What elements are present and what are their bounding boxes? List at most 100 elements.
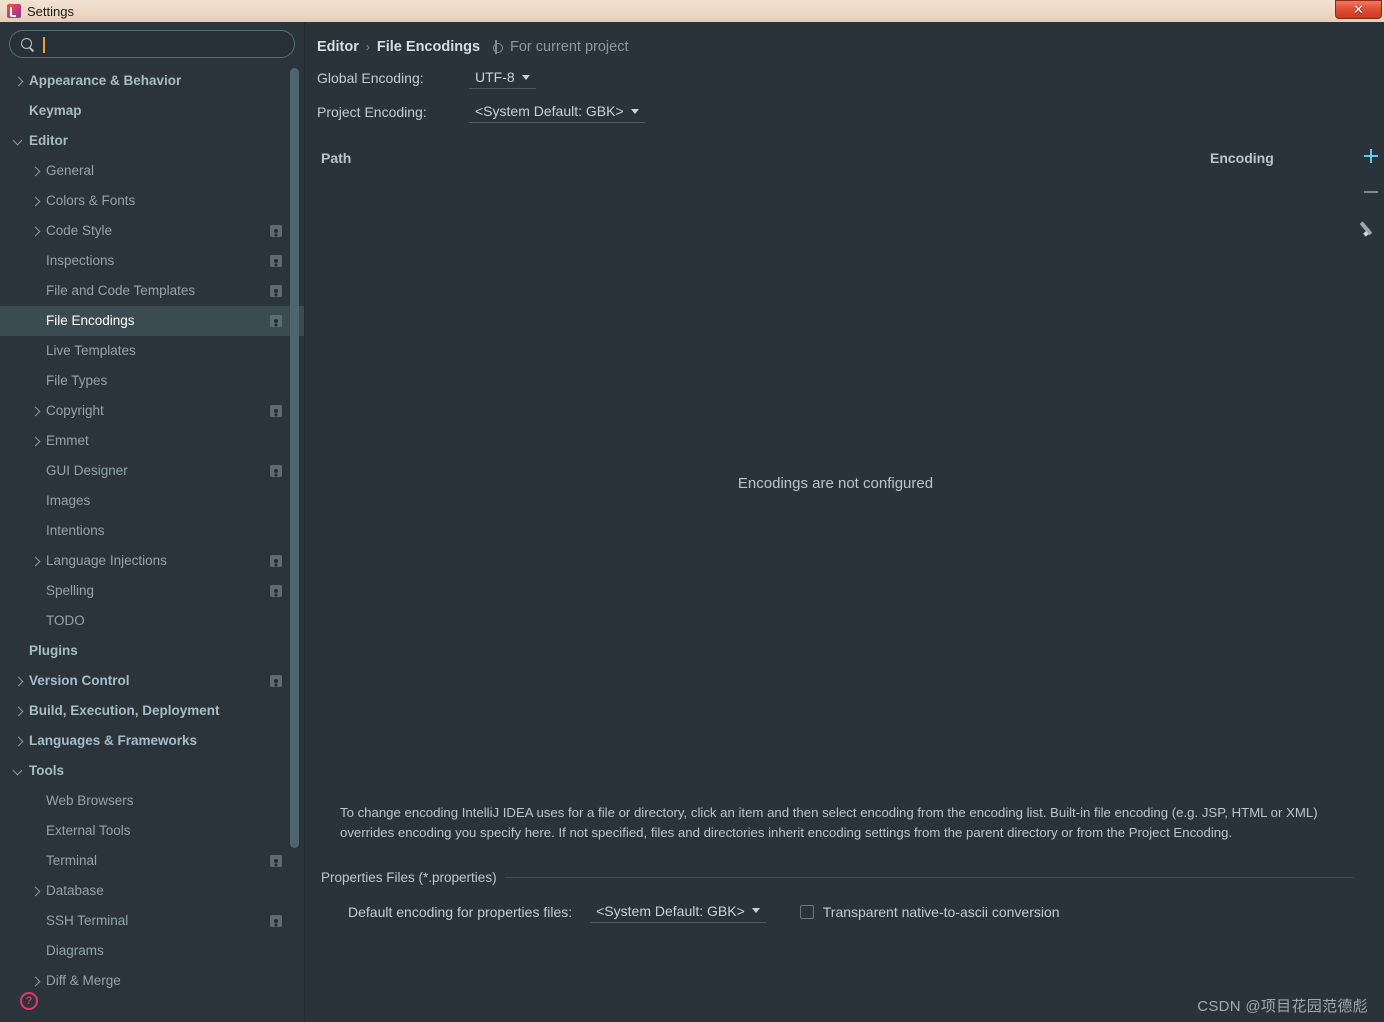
sidebar-item-emmet[interactable]: Emmet: [0, 426, 304, 456]
properties-files-group: Properties Files (*.properties) Default …: [321, 870, 1354, 923]
encodings-table: Path Encoding Encodings are not configur…: [317, 143, 1378, 803]
breadcrumb-current: File Encodings: [376, 39, 481, 55]
sidebar-item-inspections[interactable]: Inspections: [0, 246, 304, 276]
sidebar-item-label: Intentions: [46, 523, 105, 539]
chevron-right-icon[interactable]: [31, 437, 40, 446]
column-header-path[interactable]: Path: [321, 150, 1210, 166]
sidebar-item-intentions[interactable]: Intentions: [0, 516, 304, 546]
remove-icon[interactable]: [1362, 183, 1380, 201]
group-header: Properties Files (*.properties): [321, 870, 1354, 885]
sidebar-item-gui-designer[interactable]: GUI Designer: [0, 456, 304, 486]
sidebar-item-language-injections[interactable]: Language Injections: [0, 546, 304, 576]
sidebar-item-label: Keymap: [29, 103, 82, 119]
sidebar-item-todo[interactable]: TODO: [0, 606, 304, 636]
sidebar-scrollbar[interactable]: [290, 68, 299, 848]
project-encoding-dropdown[interactable]: <System Default: GBK>: [469, 101, 645, 123]
sidebar-item-copyright[interactable]: Copyright: [0, 396, 304, 426]
sidebar-item-external-tools[interactable]: External Tools: [0, 816, 304, 846]
edit-pencil-icon[interactable]: [1362, 219, 1380, 237]
chevron-right-icon[interactable]: [31, 407, 40, 416]
window-controls: ✕: [1335, 0, 1384, 22]
sidebar-item-label: Tools: [29, 763, 64, 779]
sidebar-item-languages-frameworks[interactable]: Languages & Frameworks: [0, 726, 304, 756]
sidebar-item-file-and-code-templates[interactable]: File and Code Templates: [0, 276, 304, 306]
sidebar-item-label: File Encodings: [46, 313, 135, 329]
sidebar-item-version-control[interactable]: Version Control: [0, 666, 304, 696]
sidebar-item-build-execution-deployment[interactable]: Build, Execution, Deployment: [0, 696, 304, 726]
breadcrumb-separator: ›: [365, 40, 370, 54]
chevron-right-icon[interactable]: [31, 227, 40, 236]
sidebar-item-label: Copyright: [46, 403, 104, 419]
default-properties-encoding-value: <System Default: GBK>: [596, 902, 745, 919]
chevron-down-icon[interactable]: [14, 137, 23, 146]
sidebar-item-label: TODO: [46, 613, 85, 629]
project-level-badge-icon: [270, 255, 282, 267]
sidebar-item-label: Languages & Frameworks: [29, 733, 198, 749]
project-encoding-value: <System Default: GBK>: [475, 103, 624, 119]
chevron-right-icon[interactable]: [14, 77, 23, 86]
sidebar-item-web-browsers[interactable]: Web Browsers: [0, 786, 304, 816]
sidebar-item-terminal[interactable]: Terminal: [0, 846, 304, 876]
sidebar-item-label: Terminal: [46, 853, 98, 869]
sidebar-item-plugins[interactable]: Plugins: [0, 636, 304, 666]
sidebar-item-tools[interactable]: Tools: [0, 756, 304, 786]
intellij-idea-icon: [7, 4, 21, 18]
sidebar-item-file-encodings[interactable]: File Encodings: [0, 306, 304, 336]
project-level-badge-icon: [270, 315, 282, 327]
column-header-encoding[interactable]: Encoding: [1210, 150, 1350, 166]
default-properties-encoding-dropdown[interactable]: <System Default: GBK>: [590, 901, 766, 923]
sidebar-item-colors-fonts[interactable]: Colors & Fonts: [0, 186, 304, 216]
sidebar-item-live-templates[interactable]: Live Templates: [0, 336, 304, 366]
chevron-right-icon[interactable]: [31, 167, 40, 176]
chevron-right-icon[interactable]: [31, 557, 40, 566]
sidebar-item-spelling[interactable]: Spelling: [0, 576, 304, 606]
description-text: To change encoding IntelliJ IDEA uses fo…: [340, 805, 1318, 841]
chevron-right-icon[interactable]: [14, 677, 23, 686]
chevron-right-icon[interactable]: [31, 887, 40, 896]
native-to-ascii-checkbox[interactable]: [799, 904, 814, 919]
sidebar-item-appearance-behavior[interactable]: Appearance & Behavior: [0, 66, 304, 96]
sidebar-item-diff-merge[interactable]: Diff & Merge: [0, 966, 304, 988]
sidebar-item-keymap[interactable]: Keymap: [0, 96, 304, 126]
sidebar-item-label: Diagrams: [46, 943, 104, 959]
gear-icon: [490, 41, 503, 54]
search-box[interactable]: [9, 30, 295, 58]
project-encoding-row: Project Encoding: <System Default: GBK>: [305, 101, 1384, 123]
global-encoding-label: Global Encoding:: [317, 70, 424, 86]
settings-tree[interactable]: Appearance & Behavior Keymap Editor General…: [0, 64, 304, 988]
chevron-down-icon[interactable]: [14, 767, 23, 776]
close-button[interactable]: ✕: [1335, 0, 1382, 19]
settings-dialog: Appearance & Behavior Keymap Editor General…: [0, 22, 1384, 1022]
sidebar-item-label: Version Control: [29, 673, 130, 689]
sidebar-item-label: Colors & Fonts: [46, 193, 136, 209]
sidebar-item-images[interactable]: Images: [0, 486, 304, 516]
settings-content: Editor › File Encodings For current proj…: [305, 22, 1384, 1022]
sidebar-item-diagrams[interactable]: Diagrams: [0, 936, 304, 966]
sidebar-item-editor[interactable]: Editor: [0, 126, 304, 156]
breadcrumb-parent[interactable]: Editor: [317, 39, 359, 55]
chevron-right-icon[interactable]: [31, 977, 40, 986]
help-icon[interactable]: ?: [20, 992, 38, 1010]
sidebar-item-ssh-terminal[interactable]: SSH Terminal: [0, 906, 304, 936]
sidebar-item-label: Emmet: [46, 433, 89, 449]
chevron-right-icon[interactable]: [14, 737, 23, 746]
sidebar-item-label: Code Style: [46, 223, 113, 239]
text-caret: [43, 37, 45, 53]
group-divider: [504, 876, 1354, 878]
default-properties-encoding-label: Default encoding for properties files:: [348, 903, 573, 920]
chevron-right-icon[interactable]: [31, 197, 40, 206]
sidebar-item-general[interactable]: General: [0, 156, 304, 186]
global-encoding-dropdown[interactable]: UTF-8: [469, 67, 536, 89]
sidebar-item-file-types[interactable]: File Types: [0, 366, 304, 396]
settings-tree-list: Appearance & Behavior Keymap Editor General…: [0, 66, 304, 988]
sidebar-item-database[interactable]: Database: [0, 876, 304, 906]
native-to-ascii-checkbox-row[interactable]: Transparent native-to-ascii conversion: [799, 904, 1060, 920]
breadcrumb: Editor › File Encodings For current proj…: [305, 22, 1384, 55]
add-icon[interactable]: [1362, 147, 1380, 165]
table-body[interactable]: Encodings are not configured: [317, 173, 1354, 793]
chevron-right-icon[interactable]: [14, 707, 23, 716]
sidebar-item-code-style[interactable]: Code Style: [0, 216, 304, 246]
search-input[interactable]: [41, 36, 284, 52]
chevron-down-icon: [630, 108, 639, 114]
titlebar-left: Settings: [0, 4, 74, 18]
